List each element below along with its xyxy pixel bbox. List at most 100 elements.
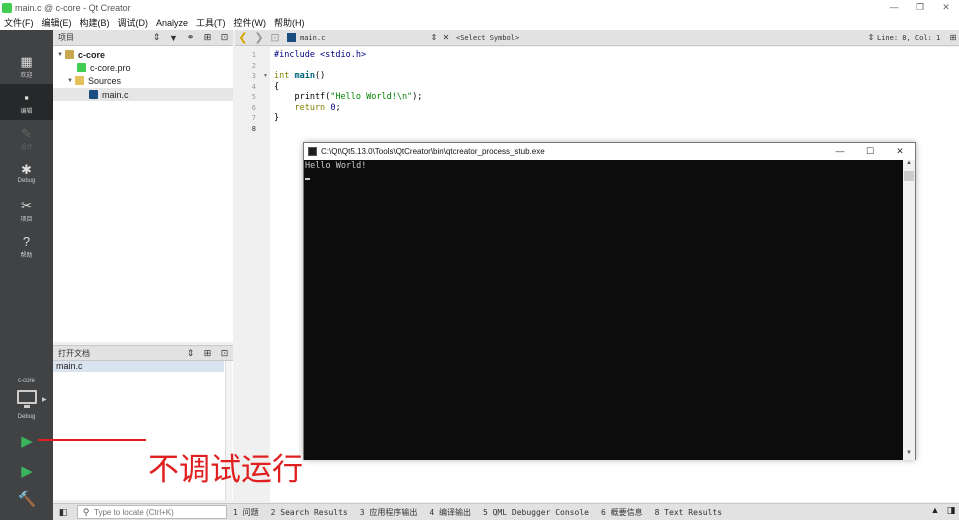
mode-debug[interactable]: ✱ Debug <box>0 156 53 192</box>
qt-pro-file-icon <box>77 63 86 72</box>
menu-file[interactable]: 文件(F) <box>0 16 38 29</box>
console-title: C:\Qt\Qt5.13.0\Tools\QtCreator\bin\qtcre… <box>321 146 545 156</box>
close-pane-icon[interactable]: ⊡ <box>216 32 233 43</box>
search-icon: ⚲ <box>82 506 90 517</box>
help-icon: ? <box>22 234 31 249</box>
pane-text-results[interactable]: 8 Text Results <box>649 508 728 517</box>
filter-icon[interactable]: ▼ <box>165 33 182 43</box>
symbol-selector[interactable]: <Select Symbol> <box>452 34 865 42</box>
pane-issues[interactable]: 1 问题 <box>227 507 265 518</box>
console-scrollbar[interactable]: ▲ ▼ <box>903 160 915 460</box>
scrollbar-thumb[interactable] <box>904 171 914 181</box>
view-select-arrows-icon[interactable]: ⇕ <box>182 348 199 359</box>
mode-design-label: 设计 <box>20 145 33 151</box>
pane-application-output[interactable]: 3 应用程序输出 <box>354 507 424 518</box>
kit-selector-arrow-icon[interactable]: ▶ <box>42 396 47 403</box>
tree-item-main-c[interactable]: main.c <box>53 88 233 101</box>
menu-widgets[interactable]: 控件(W) <box>230 16 271 29</box>
expand-arrow-icon[interactable]: ▼ <box>55 52 65 58</box>
pane-general-messages[interactable]: 6 概要信息 <box>595 507 649 518</box>
pane-search-results[interactable]: 2 Search Results <box>265 508 354 517</box>
tree-item-label: c-core <box>78 49 106 60</box>
build-hammer-button[interactable]: 🔨 <box>17 490 37 510</box>
navigate-back-icon[interactable]: ❮ <box>235 31 251 44</box>
menu-edit[interactable]: 编辑(E) <box>38 16 76 29</box>
view-select-arrows-icon[interactable]: ⇕ <box>148 32 165 43</box>
maximize-button[interactable]: ❐ <box>907 0 933 15</box>
console-output-area[interactable]: Hello World! <box>304 160 903 460</box>
toggle-sidebar-icon[interactable]: ◧ <box>53 507 73 518</box>
pane-qml-debugger-console[interactable]: 5 QML Debugger Console <box>477 508 595 517</box>
fold-marker-icon[interactable]: ▼ <box>263 73 268 79</box>
console-output-text: Hello World! <box>305 161 367 171</box>
pane-scroll-up-icon[interactable]: ▲ <box>927 505 943 516</box>
line-number: 1 <box>251 51 256 59</box>
open-documents-title: 打开文档 <box>58 348 90 358</box>
line-number: 6 <box>251 104 256 112</box>
close-button[interactable]: ✕ <box>933 0 959 15</box>
scroll-up-arrow-icon[interactable]: ▲ <box>903 160 915 170</box>
locator[interactable]: ⚲ <box>77 505 227 519</box>
console-maximize-button[interactable]: ☐ <box>855 146 885 157</box>
line-number-gutter: 1 2 3 ▼ 4 5 6 7 8 <box>235 47 270 502</box>
folder-icon <box>75 76 84 85</box>
minimize-button[interactable]: — <box>881 0 907 15</box>
kit-project-label: c-core <box>18 378 35 384</box>
qt-creator-app-icon <box>2 2 12 13</box>
cursor-position[interactable]: Line: 8, Col: 1 <box>877 34 947 42</box>
close-pane-icon[interactable]: ⊡ <box>216 348 233 359</box>
symbol-dropdown-arrows-icon[interactable]: ⇕ <box>865 33 877 42</box>
tree-item-pro-file[interactable]: c-core.pro <box>77 61 131 74</box>
title-bar: main.c @ c-core - Qt Creator — ❐ ✕ <box>0 0 959 15</box>
navigate-forward-icon[interactable]: ❯ <box>251 31 267 44</box>
file-dropdown-arrows-icon[interactable]: ⇕ <box>428 33 440 42</box>
console-app-icon <box>308 146 317 156</box>
tree-item-project[interactable]: ▼ c-core <box>55 48 105 61</box>
menu-build[interactable]: 构建(B) <box>76 16 114 29</box>
grid-icon: ▦ <box>20 54 33 69</box>
code-line: printf("Hello World!\n"); <box>274 92 423 102</box>
console-close-button[interactable]: ✕ <box>885 146 915 157</box>
mode-projects-label: 项目 <box>20 217 33 223</box>
mode-help[interactable]: ? 帮助 <box>0 228 53 264</box>
kit-selector-monitor-icon[interactable] <box>17 390 37 404</box>
console-title-bar[interactable]: C:\Qt\Qt5.13.0\Tools\QtCreator\bin\qtcre… <box>304 143 915 159</box>
mode-edit[interactable]: ▪ 编辑 <box>0 84 53 120</box>
mode-projects[interactable]: ✂ 项目 <box>0 192 53 228</box>
split-icon[interactable]: ⊞ <box>199 32 216 43</box>
mode-bar: ▦ 欢迎 ▪ 编辑 ✎ 设计 ✱ Debug ✂ 项目 ? 帮助 c-core … <box>0 30 53 520</box>
console-minimize-button[interactable]: — <box>825 146 855 157</box>
menu-analyze[interactable]: Analyze <box>152 18 192 28</box>
split-icon[interactable]: ⊞ <box>199 348 216 359</box>
project-tree: ▼ c-core c-core.pro ▼ Sources main.c <box>53 46 233 342</box>
expand-arrow-icon[interactable]: ▼ <box>65 78 75 84</box>
editor-toolbar: ❮ ❯ ⊡ main.c ⇕ ✕ <Select Symbol> ⇕ Line:… <box>235 30 959 46</box>
project-folder-icon <box>65 50 74 59</box>
locator-input[interactable] <box>94 507 222 517</box>
open-documents-header: 打开文档 ⇕ ⊞ ⊡ <box>53 345 233 361</box>
menu-help[interactable]: 帮助(H) <box>270 16 309 29</box>
editor-file-selector[interactable]: main.c <box>296 34 428 42</box>
line-number: 4 <box>251 83 256 91</box>
mode-design[interactable]: ✎ 设计 <box>0 120 53 156</box>
close-document-icon[interactable]: ✕ <box>440 33 452 42</box>
console-text-cursor <box>305 178 310 180</box>
window-title: main.c @ c-core - Qt Creator <box>15 2 131 13</box>
start-debugging-button[interactable]: ▶ <box>17 462 37 482</box>
menu-tools[interactable]: 工具(T) <box>192 16 230 29</box>
scroll-down-arrow-icon[interactable]: ▼ <box>903 450 915 460</box>
annotation-text: 不调试运行 <box>148 452 303 488</box>
console-window[interactable]: C:\Qt\Qt5.13.0\Tools\QtCreator\bin\qtcre… <box>303 142 916 460</box>
pane-compile-output[interactable]: 4 编译输出 <box>423 507 477 518</box>
toggle-output-pane-icon[interactable]: ◨ <box>943 505 959 516</box>
line-number-current: 8 <box>251 125 256 133</box>
menu-debug[interactable]: 调试(D) <box>114 16 153 29</box>
kit-config-label: Debug <box>17 414 36 420</box>
tree-item-sources[interactable]: ▼ Sources <box>65 74 121 87</box>
open-document-main-c[interactable]: main.c <box>53 361 224 372</box>
split-icon[interactable]: ⊞ <box>947 33 959 42</box>
link-icon[interactable]: ⚭ <box>182 32 199 43</box>
code-line: { <box>274 82 280 92</box>
run-button[interactable]: ▶ <box>17 432 37 452</box>
mode-welcome[interactable]: ▦ 欢迎 <box>0 48 53 84</box>
